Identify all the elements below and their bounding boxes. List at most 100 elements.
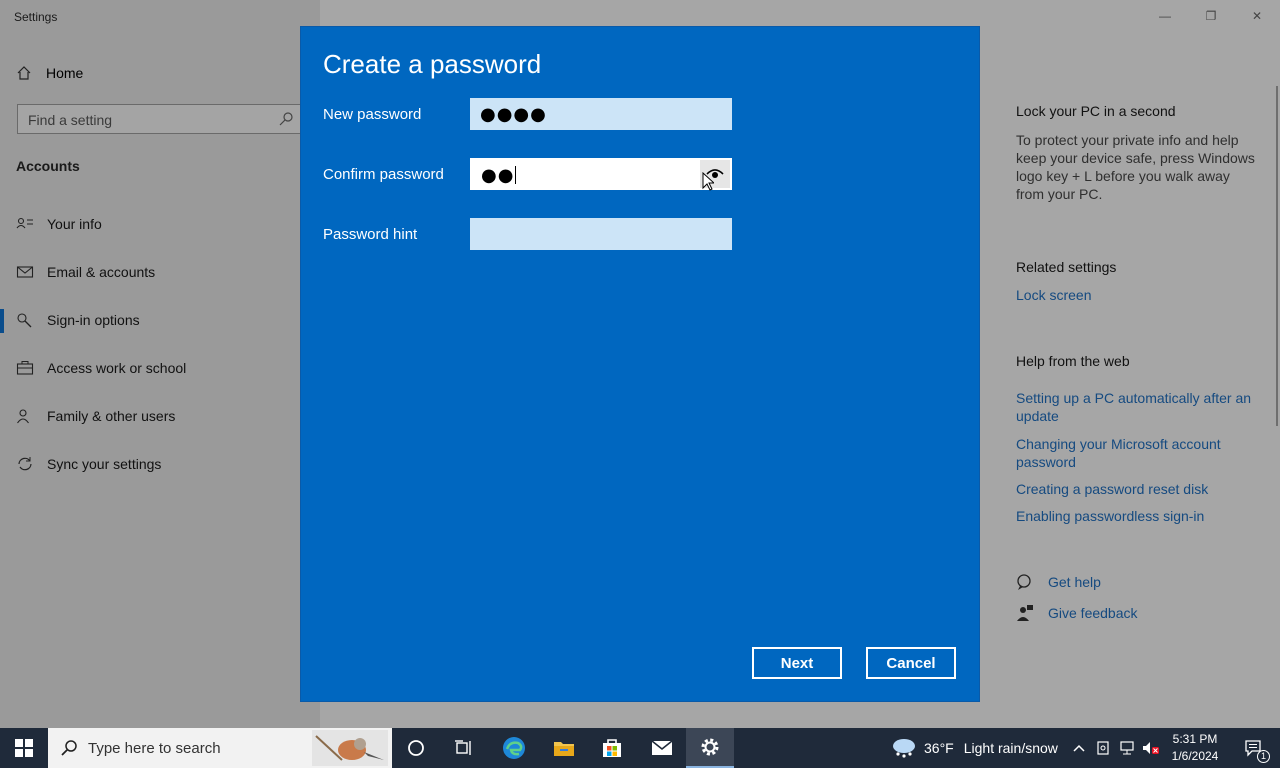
new-password-label: New password xyxy=(323,106,422,123)
edge-button[interactable] xyxy=(490,728,538,768)
give-feedback-label: Give feedback xyxy=(1048,605,1138,621)
cortana-button[interactable] xyxy=(392,728,440,768)
sidebar-item-your-info[interactable]: Your info xyxy=(16,214,102,234)
lock-description: To protect your private info and help ke… xyxy=(1016,132,1255,202)
minimize-button[interactable]: — xyxy=(1142,0,1188,32)
store-button[interactable] xyxy=(588,728,636,768)
search-icon xyxy=(61,740,77,756)
find-setting-placeholder: Find a setting xyxy=(28,112,113,128)
key-icon xyxy=(17,313,32,328)
help-link[interactable]: Creating a password reset disk xyxy=(1016,480,1256,498)
task-view-button[interactable] xyxy=(440,728,488,768)
mail-icon xyxy=(16,266,34,278)
notification-count: 1 xyxy=(1257,750,1270,763)
confirm-password-value: ●● xyxy=(481,165,517,186)
text-caret xyxy=(515,166,517,184)
give-feedback-link[interactable]: Give feedback xyxy=(1016,604,1138,622)
clock-time: 5:31 PM xyxy=(1172,732,1218,746)
clock-date: 1/6/2024 xyxy=(1171,749,1219,763)
file-explorer-icon xyxy=(554,742,574,756)
person-card-icon xyxy=(16,217,33,229)
help-link[interactable]: Changing your Microsoft account password xyxy=(1016,435,1256,471)
home-icon xyxy=(17,66,31,80)
clock[interactable]: 5:31 PM 1/6/2024 xyxy=(1160,731,1230,765)
sidebar-item-label: Sign-in options xyxy=(47,312,140,328)
help-link[interactable]: Setting up a PC automatically after an u… xyxy=(1016,389,1256,425)
store-icon xyxy=(603,739,621,757)
navigation-pane: Settings Home Find a setting Accounts Yo… xyxy=(0,0,320,728)
mouse-cursor-icon xyxy=(702,172,714,191)
settings-app-button[interactable] xyxy=(686,728,734,768)
sidebar-item-label: Your info xyxy=(47,216,102,232)
briefcase-icon xyxy=(16,361,34,375)
volume-tray-button[interactable] xyxy=(1140,728,1162,768)
weather-desc: Light rain/snow xyxy=(963,740,1058,756)
window-controls: — ❐ ✕ xyxy=(1142,0,1280,32)
confirm-password-dots: ●● xyxy=(481,165,515,186)
network-icon xyxy=(1120,741,1134,755)
search-icon xyxy=(279,112,293,126)
new-password-field[interactable]: ●●●● xyxy=(470,98,732,130)
task-view-icon xyxy=(455,740,471,755)
password-hint-label: Password hint xyxy=(323,226,418,243)
taskbar: Type here to search 36°F Light rain/snow xyxy=(0,728,1280,768)
windows-logo-icon xyxy=(15,739,33,757)
scrollbar[interactable] xyxy=(1276,86,1278,426)
confirm-password-field[interactable]: ●● xyxy=(470,158,732,190)
file-explorer-button[interactable] xyxy=(540,728,588,768)
help-link[interactable]: Enabling passwordless sign-in xyxy=(1016,507,1256,525)
sidebar-item-label: Family & other users xyxy=(47,408,176,424)
help-heading: Help from the web xyxy=(1016,353,1130,369)
mail-app-button[interactable] xyxy=(638,728,686,768)
taskbar-search-box[interactable]: Type here to search xyxy=(48,728,392,768)
action-center-button[interactable]: 1 xyxy=(1232,728,1276,768)
mail-icon xyxy=(651,740,673,755)
volume-muted-icon xyxy=(1143,742,1159,754)
device-icon xyxy=(1097,741,1109,755)
confirm-password-label: Confirm password xyxy=(323,166,444,183)
lock-screen-link[interactable]: Lock screen xyxy=(1016,286,1256,304)
cloud-rain-snow-icon xyxy=(893,739,915,758)
search-highlight-bird-icon xyxy=(312,730,388,766)
find-setting-input[interactable]: Find a setting xyxy=(17,104,301,134)
get-help-link[interactable]: Get help xyxy=(1016,573,1101,591)
sidebar-item-label: Access work or school xyxy=(47,360,187,376)
next-button[interactable]: Next xyxy=(752,647,842,679)
password-hint-field[interactable] xyxy=(470,218,732,250)
related-pane: — ❐ ✕ Lock your PC in a second To protec… xyxy=(1000,0,1280,728)
sidebar-item-label: Sync your settings xyxy=(47,456,162,472)
sidebar-item-email[interactable]: Email & accounts xyxy=(16,262,155,282)
cancel-button[interactable]: Cancel xyxy=(866,647,956,679)
lock-heading: Lock your PC in a second xyxy=(1016,103,1176,119)
dialog-title: Create a password xyxy=(323,49,542,79)
start-button[interactable] xyxy=(0,728,48,768)
sidebar-item-sign-in[interactable]: Sign-in options xyxy=(16,310,140,330)
settings-icon xyxy=(701,738,719,756)
close-button[interactable]: ✕ xyxy=(1234,0,1280,32)
sidebar-item-family[interactable]: Family & other users xyxy=(16,406,175,426)
feedback-icon xyxy=(1017,605,1033,621)
new-password-value: ●●●● xyxy=(480,104,547,125)
app-title: Settings xyxy=(14,10,58,24)
sidebar-item-work-school[interactable]: Access work or school xyxy=(16,358,186,378)
chevron-up-icon xyxy=(1073,744,1085,752)
get-help-label: Get help xyxy=(1048,574,1101,590)
nav-home-label: Home xyxy=(46,65,84,81)
sidebar-item-sync[interactable]: Sync your settings xyxy=(16,454,161,474)
sidebar-item-label: Email & accounts xyxy=(47,264,156,280)
edge-icon xyxy=(503,737,525,759)
nav-home[interactable]: Home xyxy=(16,63,83,83)
network-tray-button[interactable] xyxy=(1116,728,1138,768)
create-password-dialog: Create a password New password ●●●● Conf… xyxy=(300,26,980,702)
person-add-icon xyxy=(17,409,29,424)
sync-icon xyxy=(18,457,32,471)
weather-temp: 36°F xyxy=(924,740,954,756)
active-indicator xyxy=(0,309,4,333)
section-title: Accounts xyxy=(16,158,80,174)
cortana-icon xyxy=(408,740,424,756)
related-heading: Related settings xyxy=(1016,259,1117,275)
maximize-button[interactable]: ❐ xyxy=(1188,0,1234,32)
device-tray-button[interactable] xyxy=(1092,728,1114,768)
weather-widget[interactable]: 36°F Light rain/snow xyxy=(890,728,1058,768)
show-hidden-icons-button[interactable] xyxy=(1068,728,1090,768)
